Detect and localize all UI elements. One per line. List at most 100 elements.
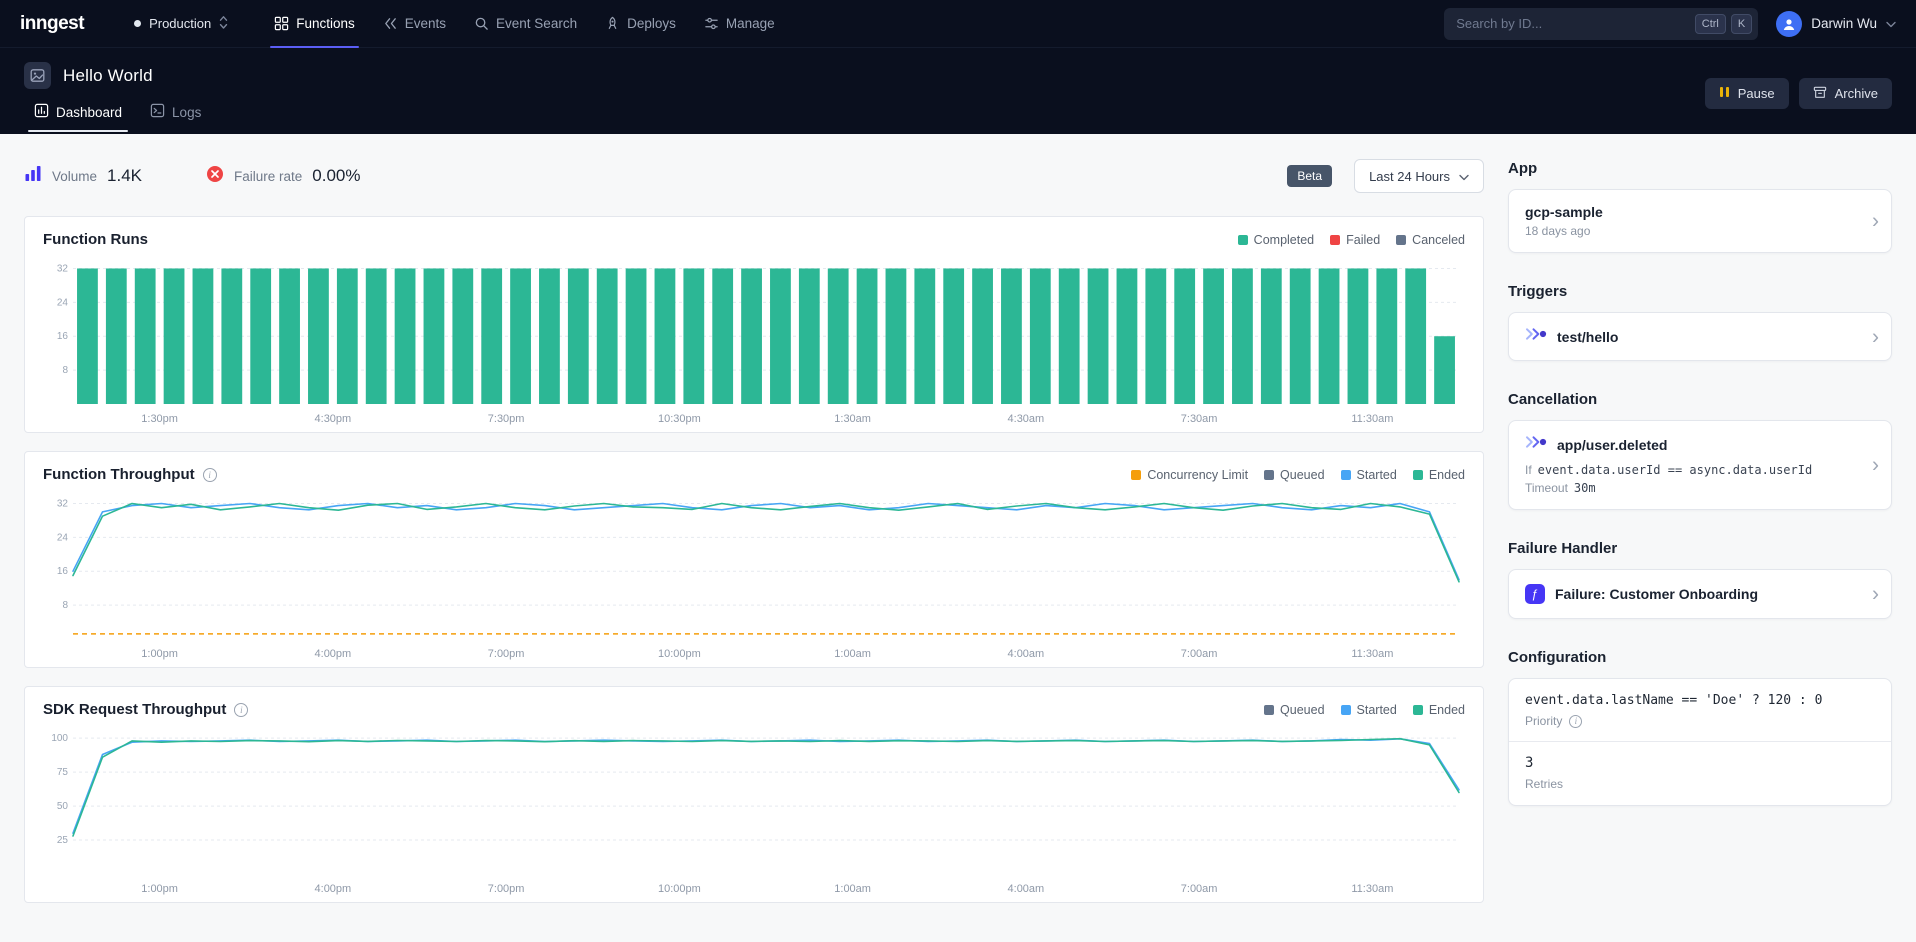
nav-item-functions[interactable]: Functions [260, 0, 369, 48]
time-range-dropdown[interactable]: Last 24 Hours [1354, 159, 1484, 193]
chart-legend: QueuedStartedEnded [1264, 703, 1465, 717]
user-name: Darwin Wu [1811, 16, 1877, 31]
main-nav: Functions EventsEvent SearchDeploys Manage [260, 0, 788, 48]
svg-text:8: 8 [62, 600, 68, 611]
function-actions: Pause Archive [1705, 78, 1892, 109]
dashboard-icon [34, 103, 49, 121]
svg-text:25: 25 [57, 835, 69, 846]
trigger-card[interactable]: test/hello [1508, 312, 1892, 361]
nav-item-label: Functions [296, 16, 355, 31]
volume-stat: Volume 1.4K [24, 165, 142, 187]
deploys-rocket-icon [605, 16, 620, 31]
user-menu[interactable]: Darwin Wu [1776, 11, 1896, 37]
pause-button[interactable]: Pause [1705, 78, 1789, 109]
environment-selector[interactable]: Production [126, 9, 236, 39]
legend-item-concurrency-limit: Concurrency Limit [1131, 468, 1248, 482]
retries-value: 3 [1525, 755, 1857, 771]
cancellation-card[interactable]: app/user.deleted If event.data.userId ==… [1508, 420, 1892, 510]
app-card[interactable]: gcp-sample 18 days ago [1508, 189, 1892, 253]
nav-item-manage[interactable]: Manage [690, 0, 789, 48]
failure-rate-value: 0.00% [312, 166, 360, 186]
function-throughput-chart: 81624321:00pm4:00pm7:00pm10:00pm1:00am4:… [43, 487, 1465, 663]
nav-item-label: Manage [726, 16, 775, 31]
retries-label: Retries [1525, 777, 1563, 791]
chevron-right-icon [1872, 584, 1879, 605]
function-tabs: Dashboard Logs [24, 97, 1892, 132]
configuration-card: event.data.lastName == 'Doe' ? 120 : 0 P… [1508, 678, 1892, 806]
sdk-request-throughput-card: SDK Request Throughput QueuedStartedEnde… [24, 686, 1484, 903]
legend-swatch [1131, 470, 1141, 480]
svg-text:1:00am: 1:00am [834, 883, 871, 895]
svg-text:4:30am: 4:30am [1008, 413, 1045, 425]
function-runs-chart: 81624321:30pm4:30pm7:30pm10:30pm1:30am4:… [43, 252, 1465, 428]
svg-text:1:30am: 1:30am [834, 413, 871, 425]
volume-bars-icon [24, 165, 42, 187]
failure-handler-name: Failure: Customer Onboarding [1555, 586, 1758, 602]
legend-item-queued: Queued [1264, 468, 1324, 482]
chevron-right-icon [1872, 326, 1879, 347]
chart-legend: CompletedFailedCanceled [1238, 233, 1465, 247]
tab-logs[interactable]: Logs [140, 97, 211, 132]
legend-swatch [1396, 235, 1406, 245]
page-title: Hello World [63, 66, 153, 86]
archive-button[interactable]: Archive [1799, 78, 1892, 109]
nav-item-deploys[interactable]: Deploys [591, 0, 690, 48]
navbar-right: Ctrl K Darwin Wu [1444, 8, 1896, 40]
function-icon [1525, 584, 1545, 604]
failure-handler-heading: Failure Handler [1508, 540, 1892, 557]
legend-item-ended: Ended [1413, 703, 1465, 717]
info-icon[interactable] [1569, 715, 1582, 728]
nav-item-event-search[interactable]: Event Search [460, 0, 591, 48]
top-navbar: inngest Production Functions EventsEvent … [0, 0, 1916, 48]
search-icon [474, 16, 489, 31]
failure-x-icon [206, 165, 224, 188]
cancellation-heading: Cancellation [1508, 391, 1892, 408]
search-input[interactable] [1456, 16, 1690, 31]
environment-label: Production [149, 16, 211, 31]
volume-value: 1.4K [107, 166, 142, 186]
chevron-right-icon [1872, 455, 1879, 476]
svg-text:7:00am: 7:00am [1181, 883, 1218, 895]
search-box[interactable]: Ctrl K [1444, 8, 1758, 40]
tab-dashboard[interactable]: Dashboard [24, 97, 132, 132]
stats-bar: Volume 1.4K Failure rate 0.00% Beta Last… [24, 154, 1484, 198]
manage-icon [704, 16, 719, 31]
function-app-icon [24, 62, 51, 89]
chart-legend: Concurrency LimitQueuedStartedEnded [1131, 468, 1465, 482]
beta-badge: Beta [1287, 165, 1332, 187]
legend-item-canceled: Canceled [1396, 233, 1465, 247]
inngest-logo[interactable]: inngest [20, 13, 84, 35]
chevron-down-icon [1886, 16, 1896, 31]
time-range-label: Last 24 Hours [1369, 169, 1450, 184]
legend-swatch [1413, 705, 1423, 715]
chevron-down-icon [1459, 169, 1469, 184]
chevron-updown-icon [219, 15, 228, 33]
svg-text:75: 75 [57, 767, 69, 778]
svg-text:11:30am: 11:30am [1351, 648, 1393, 660]
event-trigger-icon [1525, 435, 1547, 454]
info-icon[interactable] [234, 703, 248, 717]
svg-text:11:30am: 11:30am [1351, 883, 1393, 895]
failure-rate-label: Failure rate [234, 169, 302, 184]
svg-text:10:30pm: 10:30pm [658, 413, 701, 425]
divider [1509, 741, 1891, 742]
chevron-right-icon [1872, 211, 1879, 232]
svg-text:1:00am: 1:00am [834, 648, 871, 660]
legend-swatch [1330, 235, 1340, 245]
nav-item-events[interactable]: Events [369, 0, 460, 48]
legend-swatch [1413, 470, 1423, 480]
svg-text:4:00am: 4:00am [1008, 648, 1045, 660]
info-icon[interactable] [203, 468, 217, 482]
svg-text:7:00pm: 7:00pm [488, 648, 525, 660]
triggers-heading: Triggers [1508, 283, 1892, 300]
failure-handler-card[interactable]: Failure: Customer Onboarding [1508, 569, 1892, 619]
priority-expression: event.data.lastName == 'Doe' ? 120 : 0 [1525, 693, 1857, 708]
function-runs-card: Function Runs CompletedFailedCanceled 81… [24, 216, 1484, 433]
svg-text:10:00pm: 10:00pm [658, 648, 701, 660]
sdk-request-throughput-chart: 2550751001:00pm4:00pm7:00pm10:00pm1:00am… [43, 722, 1465, 898]
legend-item-completed: Completed [1238, 233, 1314, 247]
svg-text:1:00pm: 1:00pm [141, 648, 178, 660]
legend-swatch [1341, 470, 1351, 480]
svg-text:7:00pm: 7:00pm [488, 883, 525, 895]
details-sidebar: App gcp-sample 18 days ago Triggers test… [1508, 134, 1892, 903]
